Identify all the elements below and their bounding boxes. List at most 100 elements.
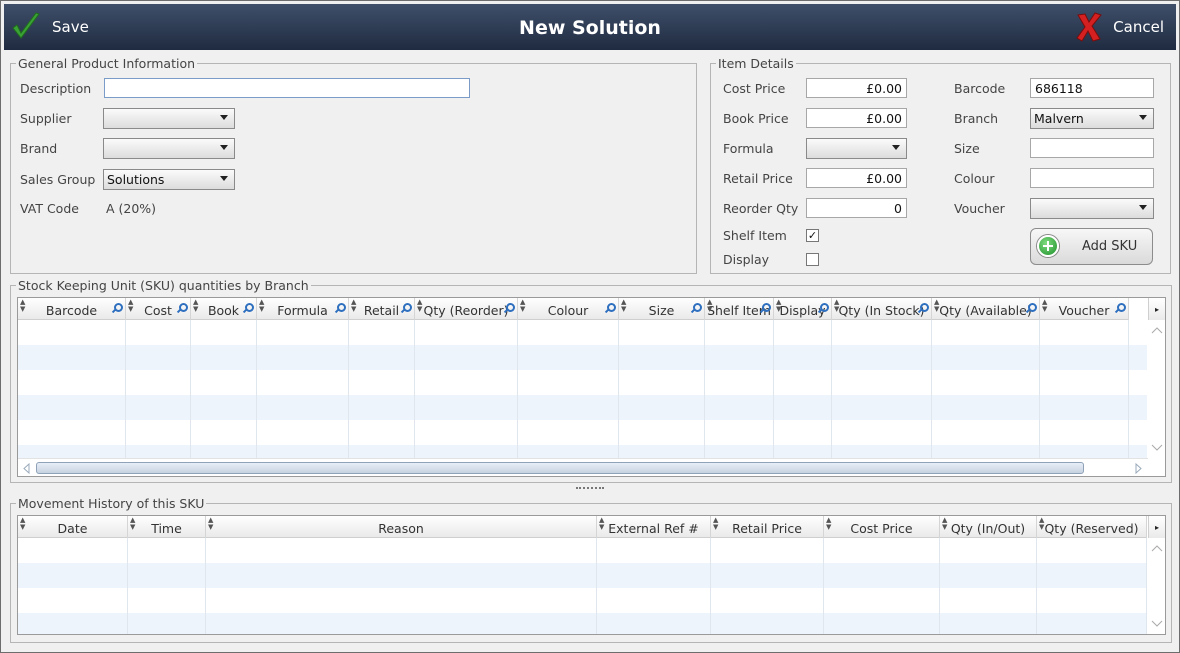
search-icon[interactable] [1115, 303, 1126, 312]
search-icon[interactable] [691, 303, 702, 312]
table-cell[interactable] [619, 420, 705, 445]
column-header[interactable]: ▲ ▼ Shelf Item [705, 298, 774, 320]
sort-arrows-icon[interactable]: ▲ ▼ [20, 299, 25, 313]
search-icon[interactable] [177, 303, 188, 312]
splitter-handle[interactable] [576, 487, 604, 490]
table-cell[interactable] [824, 613, 940, 634]
table-cell[interactable] [1040, 320, 1129, 345]
brand-dropdown[interactable] [103, 138, 235, 159]
table-cell[interactable] [191, 370, 257, 395]
table-cell[interactable] [1037, 563, 1147, 588]
sort-arrows-icon[interactable]: ▲ ▼ [834, 299, 839, 313]
table-cell[interactable] [705, 345, 774, 370]
table-cell[interactable] [206, 613, 597, 634]
table-cell[interactable] [1040, 370, 1129, 395]
table-cell[interactable] [824, 538, 940, 563]
table-row[interactable] [18, 395, 1147, 420]
voucher-dropdown[interactable] [1030, 198, 1154, 219]
scroll-up-icon[interactable] [1151, 326, 1163, 334]
table-cell[interactable] [18, 538, 128, 563]
search-icon[interactable] [504, 303, 515, 312]
column-header[interactable]: ▲ ▼ Cost Price [824, 516, 940, 538]
table-row[interactable] [18, 345, 1147, 370]
scroll-down-icon[interactable] [1151, 620, 1163, 628]
table-cell[interactable] [18, 395, 126, 420]
table-cell[interactable] [18, 588, 128, 613]
scroll-up-icon[interactable] [1151, 544, 1163, 552]
table-cell[interactable] [932, 370, 1040, 395]
table-cell[interactable] [518, 395, 619, 420]
column-header[interactable]: ▲ ▼ Formula [257, 298, 349, 320]
table-cell[interactable] [1037, 538, 1147, 563]
table-cell[interactable] [518, 345, 619, 370]
table-row[interactable] [18, 588, 1147, 613]
table-cell[interactable] [774, 345, 832, 370]
table-cell[interactable] [705, 395, 774, 420]
colour-input[interactable] [1030, 168, 1154, 188]
scrollbar-thumb[interactable] [36, 462, 1084, 474]
table-row[interactable] [18, 538, 1147, 563]
table-cell[interactable] [711, 613, 824, 634]
column-chooser-button[interactable]: ▸ [1148, 298, 1165, 320]
barcode-input[interactable]: 686118 [1030, 78, 1154, 98]
table-cell[interactable] [18, 613, 128, 634]
column-header[interactable]: ▲ ▼ Retail Price [711, 516, 824, 538]
vertical-scrollbar[interactable] [1148, 538, 1165, 634]
search-icon[interactable] [243, 303, 254, 312]
table-cell[interactable] [191, 395, 257, 420]
column-header[interactable]: ▲ ▼ Barcode [18, 298, 126, 320]
table-cell[interactable] [206, 538, 597, 563]
column-header[interactable]: ▲ ▼ Date [18, 516, 128, 538]
table-row[interactable] [18, 563, 1147, 588]
table-cell[interactable] [191, 420, 257, 445]
vertical-scrollbar[interactable] [1148, 320, 1165, 458]
table-cell[interactable] [126, 370, 191, 395]
table-cell[interactable] [206, 563, 597, 588]
table-cell[interactable] [415, 320, 518, 345]
table-cell[interactable] [774, 320, 832, 345]
sort-arrows-icon[interactable]: ▲ ▼ [520, 299, 525, 313]
table-cell[interactable] [415, 420, 518, 445]
table-cell[interactable] [257, 345, 349, 370]
table-cell[interactable] [128, 613, 206, 634]
table-cell[interactable] [940, 563, 1037, 588]
reorder-qty-input[interactable]: 0 [806, 198, 907, 218]
branch-dropdown[interactable]: Malvern [1030, 108, 1154, 129]
column-header[interactable]: ▲ ▼ Qty (Available) [932, 298, 1040, 320]
column-header[interactable]: ▲ ▼ Size [619, 298, 705, 320]
table-cell[interactable] [619, 345, 705, 370]
column-header[interactable]: ▲ ▼ Display [774, 298, 832, 320]
sort-arrows-icon[interactable]: ▲ ▼ [259, 299, 264, 313]
table-cell[interactable] [415, 345, 518, 370]
table-cell[interactable] [824, 563, 940, 588]
search-icon[interactable] [335, 303, 346, 312]
table-cell[interactable] [518, 420, 619, 445]
table-cell[interactable] [940, 613, 1037, 634]
sort-arrows-icon[interactable]: ▲ ▼ [128, 299, 133, 313]
sort-arrows-icon[interactable]: ▲ ▼ [942, 517, 947, 531]
table-cell[interactable] [349, 320, 415, 345]
table-cell[interactable] [257, 320, 349, 345]
table-cell[interactable] [832, 320, 932, 345]
sort-arrows-icon[interactable]: ▲ ▼ [417, 299, 422, 313]
table-cell[interactable] [597, 588, 711, 613]
table-cell[interactable] [932, 420, 1040, 445]
formula-dropdown[interactable] [806, 138, 907, 159]
search-icon[interactable] [760, 303, 771, 312]
table-cell[interactable] [257, 420, 349, 445]
table-cell[interactable] [415, 395, 518, 420]
display-checkbox[interactable] [806, 253, 819, 266]
column-header[interactable]: ▲ ▼ Retail [349, 298, 415, 320]
table-cell[interactable] [774, 370, 832, 395]
shelf-item-checkbox[interactable]: ✓ [806, 229, 819, 242]
retail-price-input[interactable]: £0.00 [806, 168, 907, 188]
table-cell[interactable] [711, 538, 824, 563]
sort-arrows-icon[interactable]: ▲ ▼ [193, 299, 198, 313]
table-cell[interactable] [932, 345, 1040, 370]
table-cell[interactable] [518, 370, 619, 395]
table-row[interactable] [18, 320, 1147, 345]
table-cell[interactable] [128, 563, 206, 588]
search-icon[interactable] [818, 303, 829, 312]
table-cell[interactable] [206, 588, 597, 613]
table-cell[interactable] [705, 370, 774, 395]
